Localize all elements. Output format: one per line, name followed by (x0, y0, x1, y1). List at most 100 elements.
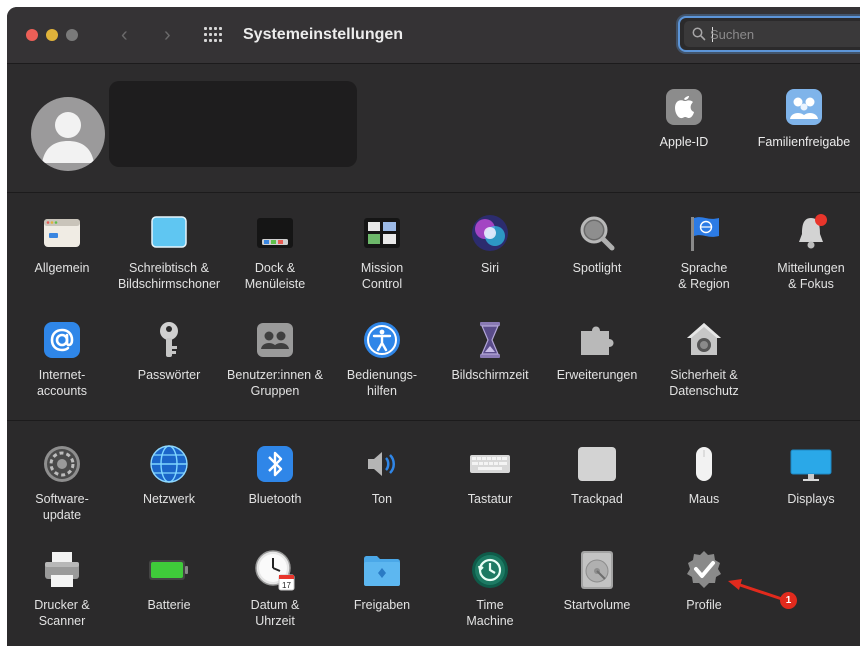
pane-label: Freigaben (353, 598, 411, 612)
pane-disk[interactable]: Startvolume (543, 549, 651, 613)
apple-icon (663, 86, 705, 128)
minimize-button[interactable] (46, 29, 58, 41)
pane-label: Allgemein (34, 261, 90, 275)
avatar[interactable] (31, 97, 105, 171)
search-icon (692, 27, 706, 41)
pane-speaker[interactable]: Ton (328, 443, 436, 507)
search-field[interactable] (678, 16, 860, 52)
pane-label: Passwörter (137, 368, 201, 382)
puzzle-icon (576, 319, 618, 361)
pane-puzzle[interactable]: Erweiterungen (543, 319, 651, 383)
pane-family[interactable]: Familienfreigabe (750, 86, 858, 150)
general-icon (41, 212, 83, 254)
grid-icon[interactable] (204, 27, 222, 43)
pane-key[interactable]: Passwörter (115, 319, 223, 383)
notifications-icon (790, 212, 832, 254)
user-silhouette-icon (42, 112, 94, 163)
pane-at[interactable]: Internet- accounts (8, 319, 116, 399)
section-divider (7, 420, 860, 421)
titlebar: ‹ › Systemeinstellungen (7, 7, 860, 64)
pane-battery[interactable]: Batterie (115, 549, 223, 613)
pane-trackpad[interactable]: Trackpad (543, 443, 651, 507)
desktop-icon (148, 212, 190, 254)
pane-label: Batterie (147, 598, 191, 612)
dock-icon (254, 212, 296, 254)
pane-label: Ton (371, 492, 393, 506)
time-machine-icon (469, 549, 511, 591)
bluetooth-icon (254, 443, 296, 485)
folder-share-icon (361, 549, 403, 591)
pane-folder-share[interactable]: Freigaben (328, 549, 436, 613)
pane-label: Bluetooth (248, 492, 302, 506)
pane-label: Time Machine (466, 598, 514, 628)
pane-label: Mission Control (360, 261, 404, 291)
pane-label: Netzwerk (142, 492, 196, 506)
pane-desktop[interactable]: Schreibtisch & Bildschirmschoner (115, 212, 223, 292)
pane-globe[interactable]: Netzwerk (115, 443, 223, 507)
house-lock-icon (683, 319, 725, 361)
pane-label: Mitteilungen & Fokus (777, 261, 845, 291)
gear-icon (41, 443, 83, 485)
pane-label: Drucker & Scanner (34, 598, 90, 628)
pane-label: Spotlight (572, 261, 622, 275)
pane-apple[interactable]: Apple-ID (630, 86, 738, 150)
pane-printer[interactable]: Drucker & Scanner (8, 549, 116, 629)
spotlight-icon (576, 212, 618, 254)
account-name-redacted (109, 81, 357, 167)
users-icon (254, 319, 296, 361)
pane-accessibility[interactable]: Bedienungs- hilfen (328, 319, 436, 399)
pane-siri[interactable]: Siri (436, 212, 544, 276)
printer-icon (41, 549, 83, 591)
pane-hourglass[interactable]: Bildschirmzeit (436, 319, 544, 383)
pane-mission-control[interactable]: Mission Control (328, 212, 436, 292)
profile-badge-icon (683, 549, 725, 591)
keyboard-icon (469, 443, 511, 485)
section-divider (7, 192, 860, 193)
pane-label: Maus (688, 492, 720, 506)
pane-label: Bedienungs- hilfen (346, 368, 418, 398)
display-icon (790, 443, 832, 485)
pane-label: Trackpad (571, 492, 623, 506)
pane-notifications[interactable]: Mitteilungen & Fokus (757, 212, 860, 292)
pane-label: Software- update (35, 492, 89, 522)
pane-label: Profile (686, 598, 722, 612)
language-icon (683, 212, 725, 254)
pane-keyboard[interactable]: Tastatur (436, 443, 544, 507)
pane-display[interactable]: Displays (757, 443, 860, 507)
siri-icon (469, 212, 511, 254)
pane-house-lock[interactable]: Sicherheit & Datenschutz (650, 319, 758, 399)
pane-bluetooth[interactable]: Bluetooth (221, 443, 329, 507)
pane-time-machine[interactable]: Time Machine (436, 549, 544, 629)
close-button[interactable] (26, 29, 38, 41)
pane-label: Schreibtisch & Bildschirmschoner (117, 261, 221, 291)
disk-icon (576, 549, 618, 591)
pane-label: Siri (480, 261, 500, 275)
pane-label: Erweiterungen (556, 368, 638, 382)
mission-control-icon (361, 212, 403, 254)
forward-button[interactable]: › (164, 21, 171, 49)
speaker-icon (361, 443, 403, 485)
pane-label: Sicherheit & Datenschutz (669, 368, 739, 398)
pane-label: Bildschirmzeit (451, 368, 529, 382)
pane-dock[interactable]: Dock & Menüleiste (221, 212, 329, 292)
pane-gear[interactable]: Software- update (8, 443, 116, 523)
pane-users[interactable]: Benutzer:innen & Gruppen (221, 319, 329, 399)
back-button[interactable]: ‹ (121, 21, 128, 49)
pane-label: Displays (787, 492, 835, 506)
window-title: Systemeinstellungen (243, 26, 404, 43)
pane-language[interactable]: Sprache & Region (650, 212, 758, 292)
search-input[interactable] (710, 24, 860, 44)
zoom-button[interactable] (66, 29, 78, 41)
pane-label: Tastatur (467, 492, 513, 506)
pane-profile-badge[interactable]: Profile (650, 549, 758, 613)
key-icon (148, 319, 190, 361)
svg-text:17: 17 (282, 581, 291, 590)
trackpad-icon (576, 443, 618, 485)
clock-icon: 17 (254, 549, 296, 591)
pane-general[interactable]: Allgemein (8, 212, 116, 276)
annotation-badge: 1 (780, 592, 797, 609)
pane-clock[interactable]: 17 Datum & Uhrzeit (221, 549, 329, 629)
pane-spotlight[interactable]: Spotlight (543, 212, 651, 276)
pane-label: Benutzer:innen & Gruppen (227, 368, 323, 398)
pane-mouse[interactable]: Maus (650, 443, 758, 507)
